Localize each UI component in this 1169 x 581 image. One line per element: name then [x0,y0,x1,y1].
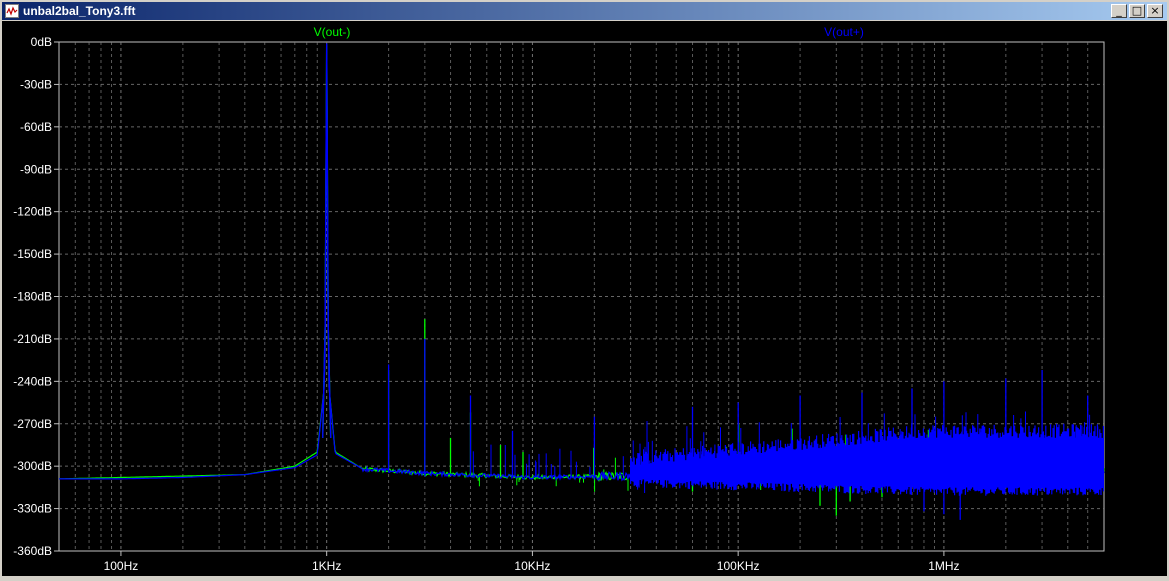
x-tick-label: 1KHz [312,559,341,573]
y-tick-label: -150dB [13,247,52,261]
y-tick-label: -30dB [20,77,52,91]
y-tick-label: -330dB [13,502,52,516]
fft-window: unbal2bal_Tony3.fft _ □ × 0dB -30dB -60dB -… [0,0,1169,578]
y-tick-label: -60dB [20,120,52,134]
x-tick-label: 1MHz [928,559,959,573]
y-tick-label: -270dB [13,417,52,431]
x-tick-label: 10KHz [514,559,550,573]
series-line [59,106,1105,482]
minimize-button[interactable]: _ [1111,4,1127,18]
y-tick-label: -240dB [13,374,52,388]
window-title: unbal2bal_Tony3.fft [23,4,136,18]
noise-band [630,423,1104,496]
series-out-plus [59,43,1105,520]
plot-area[interactable]: 0dB -30dB -60dB -90dB -120dB -150dB -180dB -210… [2,21,1167,576]
y-tick-label: -120dB [13,205,52,219]
legend-label: V(out-) [314,25,351,39]
y-tick-label: 0dB [31,35,52,49]
title-bar[interactable]: unbal2bal_Tony3.fft _ □ × [2,2,1167,20]
x-tick-label: 100Hz [104,559,139,573]
legend-label: V(out+) [824,25,864,39]
window-controls: _ □ × [1109,4,1163,18]
x-tick-label: 100KHz [717,559,760,573]
y-tick-label: -90dB [20,162,52,176]
y-tick-label: -210dB [13,332,52,346]
y-tick-label: -300dB [13,459,52,473]
close-button[interactable]: × [1147,4,1163,18]
y-tick-label: -360dB [13,544,52,558]
fft-chart[interactable]: 0dB -30dB -60dB -90dB -120dB -150dB -180dB -210… [2,21,1167,576]
waveform-icon [5,4,19,18]
maximize-button[interactable]: □ [1129,4,1145,18]
y-tick-label: -180dB [13,290,52,304]
